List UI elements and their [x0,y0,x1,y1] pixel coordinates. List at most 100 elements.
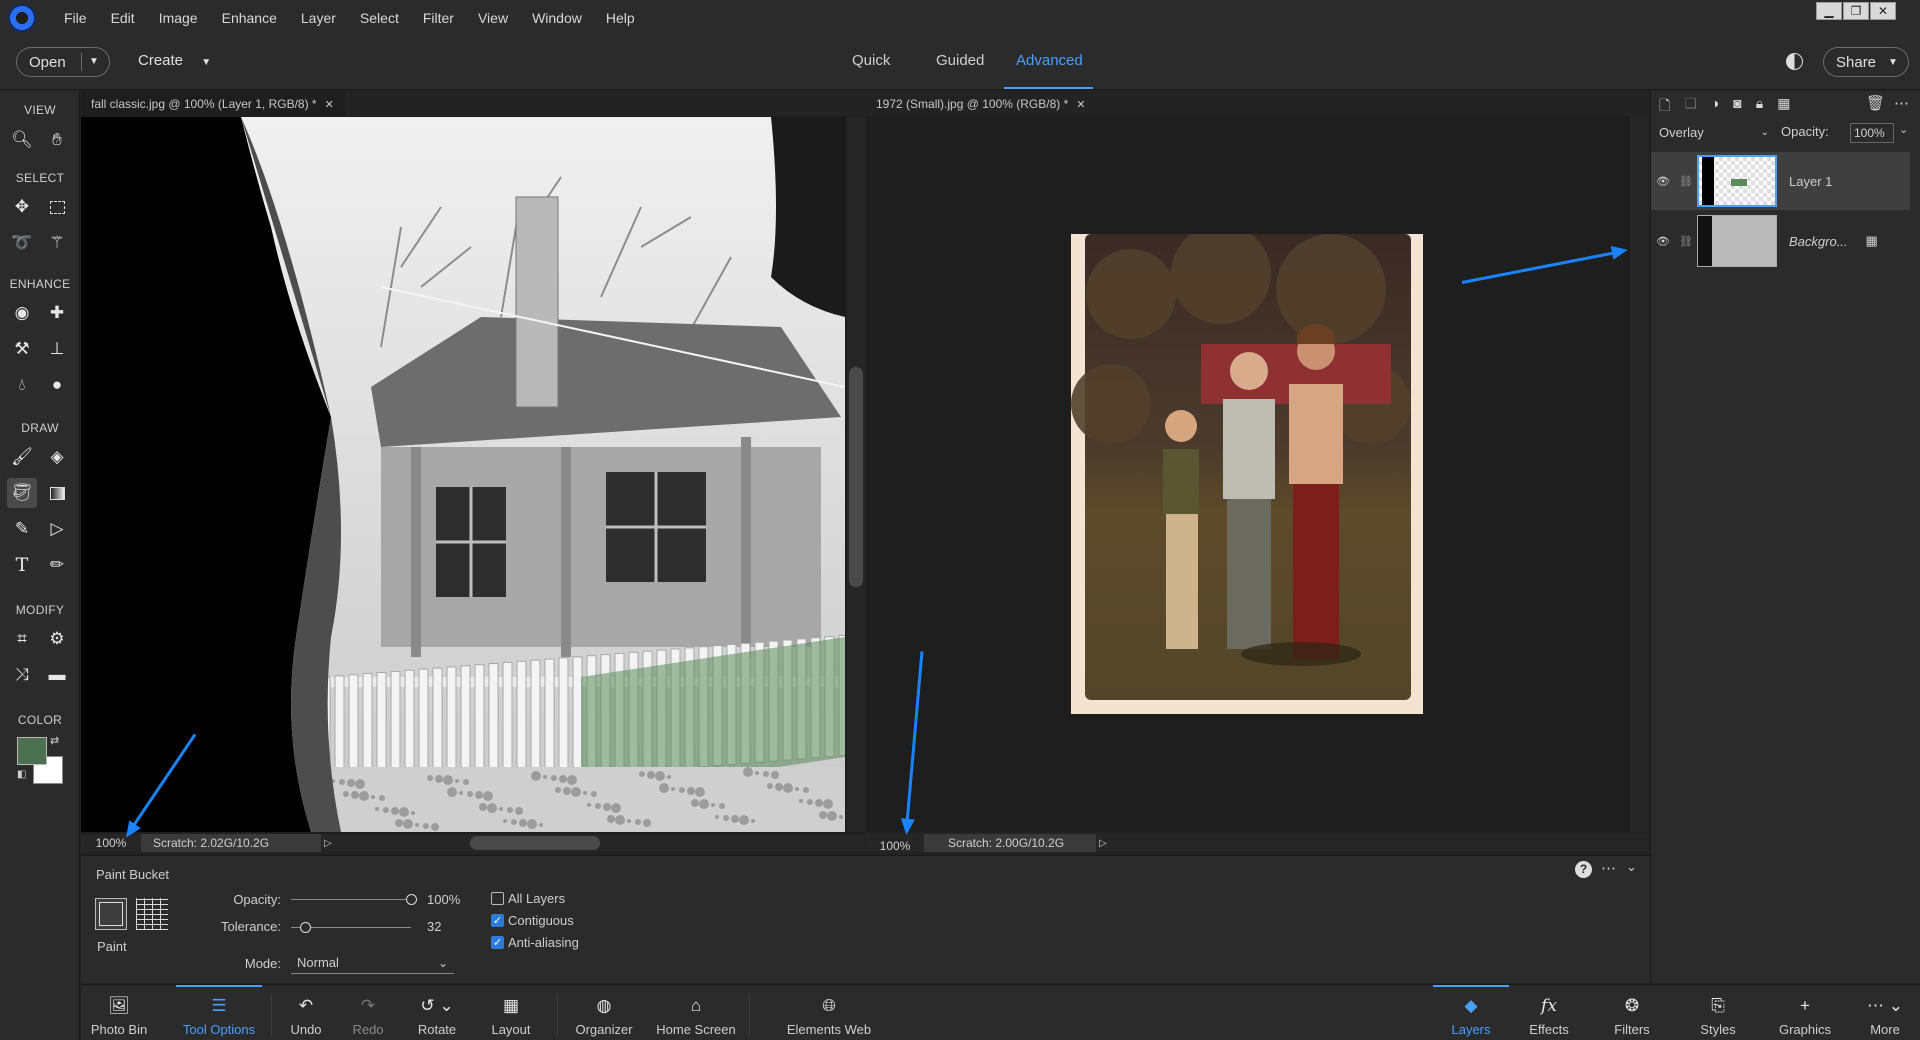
close-window-button[interactable]: ✕ [1870,2,1896,20]
hand-icon[interactable]: ✋︎ [42,125,72,155]
link-icon[interactable]: ⛓︎ [1675,235,1697,248]
chevron-right-icon[interactable]: ▷ [1096,838,1110,849]
delete-layer-icon[interactable]: 🗑︎ [1866,94,1885,112]
eraser-icon[interactable]: ◈ [42,442,72,472]
menu-help[interactable]: Help [594,10,647,26]
document-tab-2[interactable]: 1972 (Small).jpg @ 100% (RGB/8) * ✕ [866,92,1096,116]
tab-guided[interactable]: Guided [936,52,984,69]
clone-stamp-icon[interactable]: ⊥ [42,334,72,364]
tool-options-button[interactable]: ☰ Tool Options [176,985,262,1040]
create-button[interactable]: Create ▼ [138,52,211,69]
gradient-icon[interactable] [42,478,72,508]
menu-image[interactable]: Image [147,10,210,26]
chevron-down-icon[interactable]: ▼ [81,53,99,71]
layer-row-background[interactable]: 👁︎ ⛓︎ Backgro... ▦ [1651,212,1910,270]
menu-file[interactable]: File [52,10,99,26]
mode-dropdown[interactable]: Normal ⌄ [291,952,454,974]
pattern-mode-button[interactable] [136,898,168,930]
filters-button[interactable]: ❂ Filters [1599,985,1665,1040]
effects-button[interactable]: fx Effects [1517,985,1581,1040]
type-icon[interactable]: T [7,550,37,580]
layout-button[interactable]: ▦ Layout [481,985,541,1040]
redo-button[interactable]: ↷ Redo [343,985,393,1040]
menu-view[interactable]: View [466,10,520,26]
default-colors-icon[interactable]: ◧ [17,769,26,780]
document-image-1972[interactable] [1071,224,1423,714]
tab-advanced[interactable]: Advanced [1016,52,1083,69]
vertical-scrollbar[interactable] [1630,116,1648,832]
opacity-slider-knob[interactable] [406,894,417,905]
document-tab-1[interactable]: fall classic.jpg @ 100% (Layer 1, RGB/8)… [81,92,345,116]
locked-layer-icon[interactable]: ▦ [1866,233,1878,249]
move-icon[interactable]: ✥ [7,192,37,222]
red-eye-icon[interactable]: ◉ [7,298,37,328]
layer-mask-icon[interactable]: ◙ [1733,95,1741,119]
more-button[interactable]: ⋯ ⌄ More [1857,985,1913,1040]
layers-button[interactable]: ◆ Layers [1433,985,1509,1040]
pencil-icon[interactable]: ✏︎ [42,550,72,580]
contiguous-checkbox[interactable]: ✓ [491,914,504,927]
recompose-icon[interactable]: ⚙ [42,624,72,654]
minimize-button[interactable]: ▁ [1816,2,1842,20]
new-layer-icon[interactable]: 🗋︎ [1659,95,1670,119]
opacity-input[interactable]: 100% [1850,123,1894,143]
blur-icon[interactable]: 💧︎ [7,370,37,400]
theme-toggle-icon[interactable] [1786,53,1803,70]
brush-icon[interactable]: 🖌︎ [7,442,37,472]
all-layers-checkbox[interactable] [491,892,504,905]
more-options-icon[interactable]: ⋯ [1894,94,1909,112]
crop-icon[interactable]: ⌗ [7,624,37,654]
adjustment-layer-icon[interactable]: ◑ [1711,95,1719,119]
close-icon[interactable]: ✕ [325,98,334,111]
antialiasing-checkbox[interactable]: ✓ [491,936,504,949]
sponge-icon[interactable]: ● [42,370,72,400]
vertical-scrollbar[interactable] [847,117,865,832]
chevron-right-icon[interactable]: ▷ [321,838,335,849]
foreground-color-swatch[interactable] [17,737,47,765]
visibility-eye-icon[interactable]: 👁︎ [1651,235,1675,248]
magic-wand-icon[interactable]: ⚚ [42,228,72,258]
eyedropper-icon[interactable]: ✎ [7,514,37,544]
menu-layer[interactable]: Layer [289,10,348,26]
menu-window[interactable]: Window [520,10,594,26]
chevron-down-icon[interactable]: ⌄ [1626,859,1637,875]
chevron-down-icon[interactable]: ⌄ [1899,123,1908,136]
styles-button[interactable]: ⎘ Styles [1685,985,1751,1040]
menu-select[interactable]: Select [348,10,411,26]
help-icon[interactable]: ? [1575,861,1592,878]
healing-brush-icon[interactable]: ✚ [42,298,72,328]
link-icon[interactable]: ⛓︎ [1675,175,1697,188]
tolerance-slider-knob[interactable] [300,922,312,933]
layer-row-layer-1[interactable]: 👁︎ ⛓︎ Layer 1 [1651,152,1910,210]
content-aware-move-icon[interactable]: ⤨ [7,660,37,690]
document-image-fall-classic[interactable] [81,117,845,832]
undo-button[interactable]: ↶ Undo [281,985,331,1040]
opacity-slider[interactable] [291,899,411,900]
elements-web-button[interactable]: 🌐︎ Elements Web [781,985,877,1040]
app-logo-icon[interactable] [8,3,36,32]
share-button[interactable]: Share ▼ [1823,47,1909,77]
horizontal-scrollbar-thumb[interactable] [470,836,600,850]
tab-quick[interactable]: Quick [852,52,890,69]
photo-bin-button[interactable]: 🖼︎ Photo Bin [81,985,157,1040]
scrollbar-thumb[interactable] [849,367,863,587]
home-screen-button[interactable]: ⌂ Home Screen [653,985,739,1040]
more-options-icon[interactable]: ⋯ [1601,859,1616,877]
organizer-button[interactable]: ◍ Organizer [569,985,639,1040]
paint-bucket-icon[interactable]: 🪣︎ [7,478,37,508]
visibility-eye-icon[interactable]: 👁︎ [1651,175,1675,188]
menu-enhance[interactable]: Enhance [210,10,289,26]
menu-edit[interactable]: Edit [99,10,147,26]
close-icon[interactable]: ✕ [1076,98,1085,111]
paint-mode-button[interactable] [95,898,127,930]
marquee-icon[interactable] [42,192,72,222]
blend-mode-dropdown[interactable]: Overlay ⌄ [1659,121,1769,143]
menu-filter[interactable]: Filter [411,10,466,26]
shape-icon[interactable]: ▷ [42,514,72,544]
smart-brush-icon[interactable]: ⚒ [7,334,37,364]
lasso-icon[interactable]: ➰ [7,228,37,258]
open-button[interactable]: Open ▼ [16,47,110,77]
rotate-button[interactable]: ↺ ⌄ Rotate [405,985,469,1040]
graphics-button[interactable]: + Graphics [1765,985,1845,1040]
zoom-level[interactable]: 100% [866,839,924,853]
